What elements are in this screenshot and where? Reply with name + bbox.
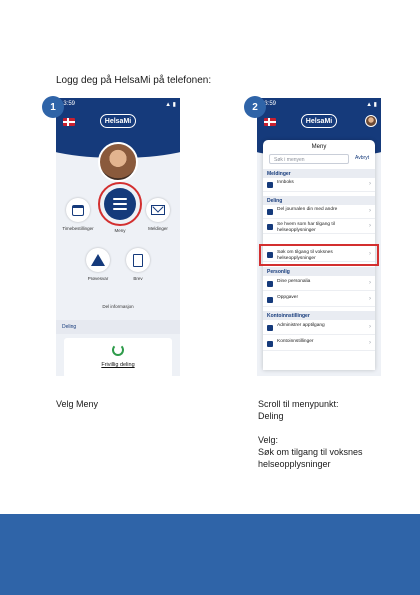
tile-label-messages: Meldinger [148, 226, 168, 231]
refresh-icon [112, 344, 124, 356]
menu-title: Meny [311, 144, 327, 150]
menu-item-tasks[interactable]: Oppgaver › [263, 293, 375, 307]
chevron-right-icon: › [369, 208, 371, 214]
flask-icon[interactable] [86, 248, 110, 272]
menu-item-inbox[interactable]: Innboks › [263, 178, 375, 192]
page-heading: Logg deg på HelsaMi på telefonen: [56, 75, 212, 86]
step-badge-2: 2 [244, 96, 266, 118]
id-card-icon [267, 281, 273, 287]
deling-section-bar[interactable]: Deling [56, 320, 180, 334]
menu-item-account-settings[interactable]: Kontoinnstillinger › [263, 337, 375, 351]
status-signal: ▲ ▮ [366, 102, 377, 108]
helsami-logo: HelsaMi [301, 114, 337, 128]
inbox-icon [267, 182, 273, 188]
step-badge-1: 1 [42, 96, 64, 118]
phone-screenshot-step-2: 13:59 ▲ ▮ HelsaMi Meny Søk i menyen Avbr… [257, 98, 381, 376]
sharing-card[interactable]: Frivillig deling [64, 338, 172, 376]
menu-item-label: Innboks [277, 180, 294, 185]
footer-link[interactable]: Del informasjon [56, 304, 180, 309]
chevron-right-icon: › [369, 181, 371, 187]
menu-item-label: Se hvem som har tilgang til helseopplysn… [277, 222, 335, 233]
share-icon [267, 209, 273, 215]
menu-item-share-journal[interactable]: Del journalen din med andre › [263, 205, 375, 219]
tile-label-appointments: Timebestillinger [62, 226, 94, 231]
search-input[interactable]: Søk i menyen [269, 154, 349, 164]
helsami-logo: HelsaMi [100, 114, 136, 128]
menu-item-label: Oppgaver [277, 295, 299, 300]
menu-item-app-access[interactable]: Administrer apptilgang › [263, 321, 375, 335]
phone-screenshot-step-1: 13:59 ▲ ▮ HelsaMi Timebestillinger Meny … [56, 98, 180, 376]
menu-item-label: Dine personalia [277, 279, 311, 284]
status-signal: ▲ ▮ [165, 102, 176, 108]
status-bar: 13:59 ▲ ▮ [60, 101, 176, 109]
caption-step-2: Scroll til menypunkt: Deling Velg: Søk o… [258, 399, 363, 469]
people-icon [267, 224, 273, 230]
flag-icon[interactable] [63, 118, 75, 126]
footer-band [0, 514, 420, 595]
menu-button[interactable] [104, 188, 136, 220]
section-header-sharing: Deling [263, 196, 375, 205]
menu-item-personal-info[interactable]: Dine personalia › [263, 277, 375, 291]
tile-label-test-results: Prøvesvar [87, 276, 109, 281]
user-settings-icon [267, 325, 273, 331]
cancel-button[interactable]: Avbryt [355, 155, 369, 161]
calendar-icon[interactable] [66, 198, 90, 222]
section-header-messages: Meldinger [263, 169, 375, 178]
menu-item-who-has-access[interactable]: Se hvem som har tilgang til helseopplysn… [263, 220, 375, 234]
chevron-right-icon: › [369, 324, 371, 330]
card-title[interactable]: Frivillig deling [64, 362, 172, 368]
chevron-right-icon: › [369, 340, 371, 346]
document-icon[interactable] [126, 248, 150, 272]
highlight-box [259, 244, 379, 266]
flag-icon[interactable] [264, 118, 276, 126]
checklist-icon [267, 297, 273, 303]
avatar[interactable] [365, 115, 377, 127]
section-header-personal: Personlig [263, 267, 375, 276]
menu-item-label: Kontoinnstillinger [277, 339, 314, 344]
mail-icon[interactable] [146, 198, 170, 222]
caption-step-1: Velg Meny [56, 399, 99, 409]
chevron-right-icon: › [369, 296, 371, 302]
menu-item-label: Del journalen din med andre [277, 207, 338, 212]
avatar[interactable] [98, 142, 138, 182]
chevron-right-icon: › [369, 223, 371, 229]
menu-item-label: Administrer apptilgang [277, 323, 325, 328]
gear-icon [267, 341, 273, 347]
tile-label-letters: Brev [133, 276, 143, 281]
chevron-right-icon: › [369, 280, 371, 286]
status-bar: 13:59 ▲ ▮ [261, 101, 377, 109]
section-header-account: Kontoinnstillinger [263, 311, 375, 320]
